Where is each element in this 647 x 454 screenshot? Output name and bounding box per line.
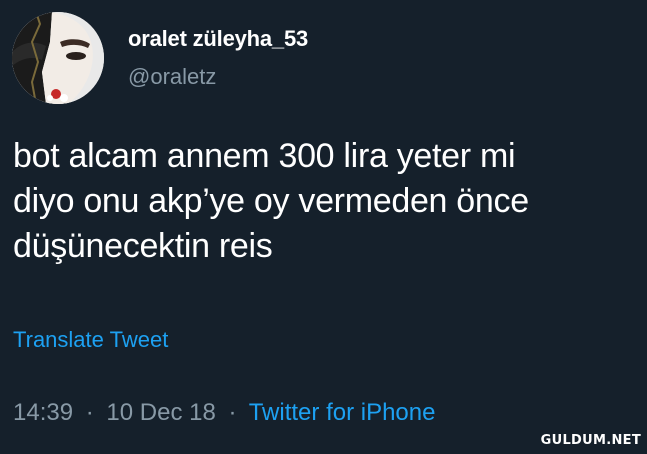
- avatar-photo-icon: [12, 12, 104, 104]
- avatar[interactable]: [12, 12, 104, 104]
- user-names: oralet züleyha_53 @oraletz: [128, 25, 308, 91]
- tweet-time[interactable]: 14:39: [13, 399, 73, 426]
- tweet-text-line: diyo onu akp’ye oy vermeden önce: [13, 182, 529, 220]
- tweet-header: oralet züleyha_53 @oraletz: [12, 12, 308, 104]
- tweet-meta: 14:39 · 10 Dec 18 · Twitter for iPhone: [13, 398, 435, 428]
- tweet-source-link[interactable]: Twitter for iPhone: [249, 399, 436, 426]
- user-handle[interactable]: @oraletz: [128, 63, 308, 91]
- tweet-date[interactable]: 10 Dec 18: [106, 399, 215, 426]
- tweet-card: oralet züleyha_53 @oraletz bot alcam ann…: [0, 0, 647, 454]
- tweet-text-line: bot alcam annem 300 lira yeter mi: [13, 137, 516, 175]
- meta-separator: ·: [85, 399, 94, 426]
- tweet-text-line: düşünecektin reis: [13, 227, 273, 265]
- meta-separator: ·: [228, 399, 237, 426]
- display-name[interactable]: oralet züleyha_53: [128, 25, 308, 53]
- tweet-text: bot alcam annem 300 lira yeter mi diyo o…: [13, 134, 633, 269]
- translate-tweet-link[interactable]: Translate Tweet: [13, 326, 168, 354]
- watermark: GULDUM.NET: [540, 433, 641, 448]
